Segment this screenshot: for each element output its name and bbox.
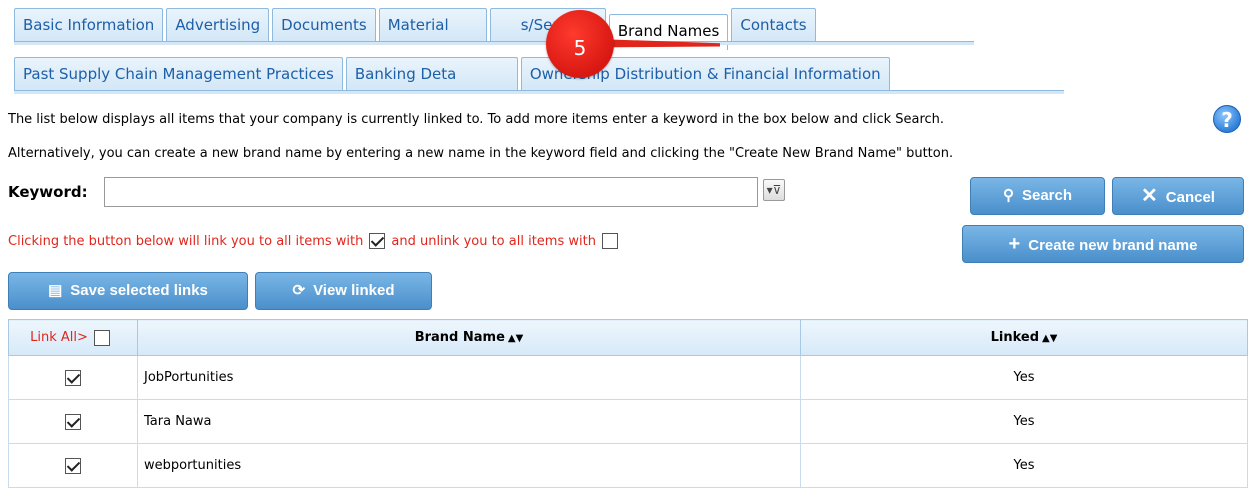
row-checkbox[interactable] bbox=[65, 457, 81, 474]
link-all-label: Link All> bbox=[30, 330, 88, 345]
brand-name-header-label: Brand Name bbox=[414, 330, 505, 345]
plus-icon: + bbox=[1008, 233, 1021, 255]
tab-basic-information[interactable]: Basic Information bbox=[14, 8, 164, 41]
notice-checked-example bbox=[369, 233, 386, 249]
save-icon: ▤ bbox=[48, 282, 63, 299]
link-notice: Clicking the button below will link you … bbox=[8, 233, 624, 249]
brand-name-cell: webportunities bbox=[137, 443, 801, 488]
save-button-label: Save selected links bbox=[70, 282, 208, 299]
filter-icon[interactable]: ▾⊽ bbox=[763, 179, 785, 201]
keyword-label: Keyword: bbox=[8, 183, 88, 201]
linked-header-label: Linked bbox=[990, 330, 1040, 345]
keyword-input[interactable] bbox=[104, 177, 758, 207]
row-checkbox[interactable] bbox=[65, 369, 81, 386]
tab-documents[interactable]: Documents bbox=[272, 8, 376, 41]
info-text-line-2: Alternatively, you can create a new bran… bbox=[8, 146, 954, 161]
create-brand-name-button[interactable]: + Create new brand name bbox=[962, 225, 1244, 263]
tab-strip-divider-2 bbox=[14, 90, 1064, 94]
create-button-label: Create new brand name bbox=[1028, 237, 1198, 254]
tab-strip-divider bbox=[14, 41, 974, 45]
linked-cell: Yes bbox=[800, 399, 1248, 444]
sort-icon[interactable]: ▲▼ bbox=[508, 333, 523, 344]
link-all-checkbox[interactable] bbox=[93, 329, 110, 346]
notice-part-1: Clicking the button below will link you … bbox=[8, 233, 364, 249]
tab-material[interactable]: Material bbox=[378, 8, 487, 41]
view-button-label: View linked bbox=[313, 282, 395, 299]
brand-name-header[interactable]: Brand Name ▲▼ bbox=[137, 319, 801, 356]
brand-name-cell: JobPortunities bbox=[137, 355, 801, 400]
linked-cell: Yes bbox=[800, 443, 1248, 488]
table-row: webportunities Yes bbox=[8, 443, 1248, 488]
help-icon[interactable]: ? bbox=[1213, 105, 1241, 133]
search-icon: ⚲ bbox=[1002, 187, 1014, 204]
row-checkbox[interactable] bbox=[65, 413, 81, 430]
link-all-header: Link All> bbox=[8, 319, 138, 356]
notice-unchecked-example bbox=[601, 233, 618, 249]
linked-cell: Yes bbox=[800, 355, 1248, 400]
view-linked-button[interactable]: ⟳ View linked bbox=[255, 272, 432, 310]
search-button-label: Search bbox=[1021, 187, 1073, 204]
table-row: JobPortunities Yes bbox=[8, 355, 1248, 400]
tab-advertising[interactable]: Advertising bbox=[166, 8, 270, 41]
cancel-button[interactable]: ✕ Cancel bbox=[1112, 177, 1244, 215]
cancel-button-label: Cancel bbox=[1165, 189, 1215, 206]
refresh-icon: ⟳ bbox=[292, 282, 306, 299]
save-selected-links-button[interactable]: ▤ Save selected links bbox=[8, 272, 248, 310]
close-icon: ✕ bbox=[1141, 185, 1158, 207]
tab-contacts[interactable]: Contacts bbox=[731, 8, 816, 41]
tab-row-2: Past Supply Chain Management Practices B… bbox=[14, 57, 893, 90]
tab-past-supply-chain[interactable]: Past Supply Chain Management Practices bbox=[14, 57, 343, 90]
table-header-row: Link All> Brand Name ▲▼ Linked ▲▼ bbox=[8, 319, 1248, 356]
tab-banking-details[interactable]: Banking Deta bbox=[345, 57, 518, 90]
linked-header[interactable]: Linked ▲▼ bbox=[800, 319, 1248, 356]
sort-icon[interactable]: ▲▼ bbox=[1042, 333, 1057, 344]
brand-names-table: Link All> Brand Name ▲▼ Linked ▲▼ JobPortu… bbox=[8, 319, 1248, 488]
search-button[interactable]: ⚲ Search bbox=[970, 177, 1105, 215]
table-row: Tara Nawa Yes bbox=[8, 399, 1248, 444]
notice-part-2: and unlink you to all items with bbox=[391, 233, 596, 249]
info-text-line-1: The list below displays all items that y… bbox=[8, 112, 945, 127]
brand-name-cell: Tara Nawa bbox=[137, 399, 801, 444]
annotation-badge: 5 bbox=[546, 10, 614, 78]
